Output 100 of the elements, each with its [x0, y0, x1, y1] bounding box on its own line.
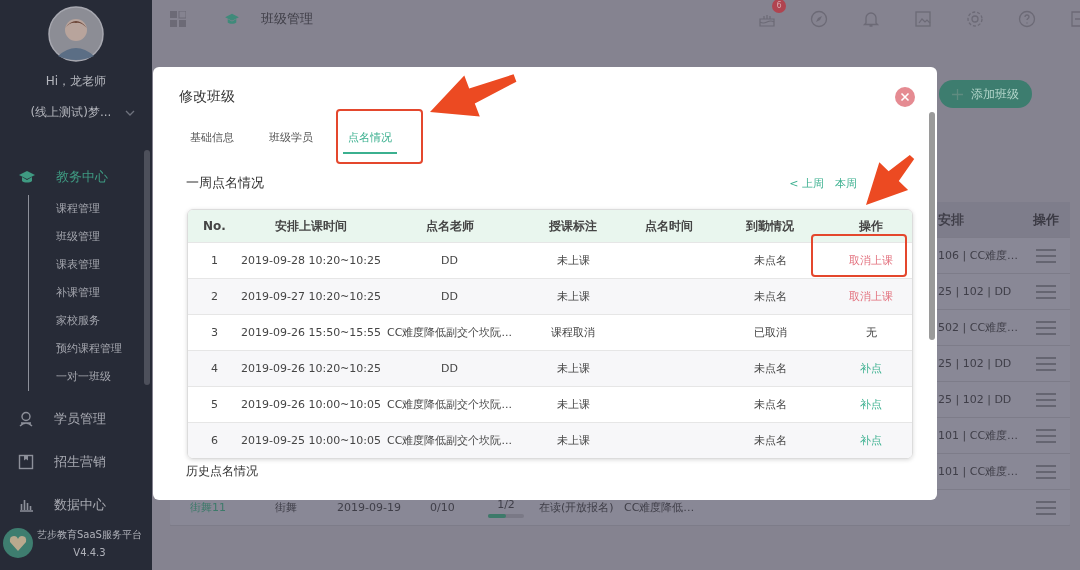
menu-item[interactable]: 教务中心 [0, 159, 152, 195]
table-cell-text: CC难度降低… [623, 500, 696, 515]
column-header: 授课标注 [548, 217, 598, 235]
column-header: 安排上课时间 [274, 217, 348, 235]
table-cell-text: 未点名 [752, 289, 788, 304]
column-header: 安排 [938, 210, 964, 229]
grid-icon[interactable] [170, 11, 186, 27]
compass-icon[interactable] [810, 10, 828, 28]
table-cell-text: 4 [210, 362, 219, 375]
table-cell-text: 未上课 [555, 361, 591, 376]
table-cell-text: 未点名 [752, 253, 788, 268]
submenu-item[interactable]: 班级管理 [56, 223, 152, 251]
table-cell-text: 街舞11 [189, 500, 227, 515]
table-cell-text: 6 [210, 434, 219, 447]
table-cell-text: CC难度降低副交个坎阮... [386, 397, 513, 412]
table-cell: 101 | CC难度… [938, 428, 1019, 443]
brand-name: 艺步教育SaaS服务平台 [37, 528, 142, 542]
arrow-drawing [866, 154, 915, 205]
menu-icon[interactable] [1036, 464, 1056, 479]
table-cell-text: 已取消 [752, 325, 788, 340]
action-link[interactable]: 取消上课 [849, 254, 893, 267]
table-cell: 25 | 102 | DD [938, 285, 1012, 298]
table-cell-text: 未上课 [555, 433, 591, 448]
submenu-item[interactable]: 一对一班级 [56, 363, 152, 391]
submenu-item[interactable]: 补课管理 [56, 279, 152, 307]
table-cell-text: 1 [210, 254, 219, 267]
column-header: 点名时间 [644, 217, 694, 235]
dialog-title: 修改班级 [179, 87, 235, 106]
greeting: Hi，龙老师 [45, 73, 107, 90]
table-cell: 2019-09-27 10:20~10:25 [241, 290, 381, 303]
menu-icon[interactable] [1036, 392, 1056, 407]
table-cell-text: 课程取消 [550, 325, 596, 340]
plus-icon [952, 88, 963, 100]
table-cell: 2019-09-26 10:00~10:05 [241, 398, 381, 411]
logout-icon[interactable] [1070, 10, 1080, 28]
table-cell: 25 | 102 | DD [938, 357, 1012, 370]
table-cell-text: 在读(开放报名) [538, 500, 612, 515]
table-cell: 2019-09-26 15:50~15:55 [241, 326, 381, 339]
submenu-item[interactable]: 课程管理 [56, 195, 152, 223]
table-cell-text: 未点名 [752, 397, 788, 412]
school-selector[interactable]: (线上测试)梦... [30, 104, 136, 121]
table-cell-text: 3 [210, 326, 219, 339]
table-cell: 无 [865, 326, 877, 339]
column-header: No. [202, 219, 227, 233]
table-cell-text: 未点名 [752, 361, 788, 376]
menu-item[interactable]: 招生营销 [0, 440, 152, 483]
section-title: 一周点名情况 [186, 174, 264, 192]
tab[interactable]: 基础信息 [185, 113, 239, 154]
logo-icon [3, 528, 33, 558]
submenu-item[interactable]: 预约课程管理 [56, 335, 152, 363]
table-cell-text: 5 [210, 398, 219, 411]
tab[interactable]: 班级学员 [264, 113, 318, 154]
table-cell-text: 未上课 [555, 397, 591, 412]
close-icon[interactable] [895, 86, 915, 107]
page-title: 班级管理 [261, 10, 313, 28]
table-cell: 2019-09-26 10:20~10:25 [241, 362, 381, 375]
column-header: 操作 [1033, 210, 1059, 229]
section-title: 历史点名情况 [186, 463, 259, 480]
column-header: 点名老师 [424, 217, 475, 235]
menu-item[interactable]: 学员管理 [0, 397, 152, 440]
table-cell-text: DD [440, 290, 459, 303]
submenu-item[interactable]: 家校服务 [56, 307, 152, 335]
graduation-cap-icon [224, 13, 240, 25]
menu-icon[interactable] [1036, 428, 1056, 443]
progress-bar [488, 513, 524, 518]
menu-item[interactable]: 数据中心 [0, 483, 152, 526]
table-cell-text: 未上课 [555, 253, 591, 268]
table-cell: 2019-09-25 10:00~10:05 [241, 434, 381, 447]
submenu-item[interactable]: 课表管理 [56, 251, 152, 279]
table-cell-text: 街舞 [274, 500, 298, 515]
table-cell: 2019-09-28 10:20~10:25 [241, 254, 381, 267]
menu-icon[interactable] [1036, 248, 1056, 263]
table-cell-text: 0/10 [429, 501, 456, 514]
menu-icon[interactable] [1036, 500, 1056, 515]
menu-icon[interactable] [1036, 284, 1056, 299]
menu-icon[interactable] [1036, 320, 1056, 335]
menu-icon[interactable] [1036, 356, 1056, 371]
table-cell: 1/2 [497, 497, 515, 511]
chevron-down-icon [125, 109, 136, 116]
box-icon [18, 453, 34, 470]
image-icon[interactable] [914, 10, 932, 28]
version-label: V4.4.3 [73, 547, 106, 558]
graduation-cap-icon [18, 170, 36, 184]
add-class-button[interactable]: 添加班级 [939, 80, 1032, 108]
scrollbar[interactable] [929, 112, 935, 340]
table-cell-text: 未点名 [752, 433, 788, 448]
avatar [48, 6, 104, 62]
column-header: 到勤情况 [745, 217, 795, 235]
table-cell: 101 | CC难度… [938, 464, 1019, 479]
table-cell-text: DD [440, 254, 459, 267]
table-cell-text: CC难度降低副交个坎阮... [386, 433, 513, 448]
column-header: 操作 [858, 217, 884, 235]
settings-icon[interactable] [966, 10, 984, 28]
help-icon[interactable] [1018, 10, 1036, 28]
table-cell: 25 | 102 | DD [938, 393, 1012, 406]
bell-icon[interactable] [862, 10, 880, 28]
notification-badge: 6 [772, 0, 786, 13]
scrollbar[interactable] [144, 150, 150, 385]
person-icon [18, 410, 34, 427]
table-cell: 106 | CC难度… [938, 248, 1019, 263]
